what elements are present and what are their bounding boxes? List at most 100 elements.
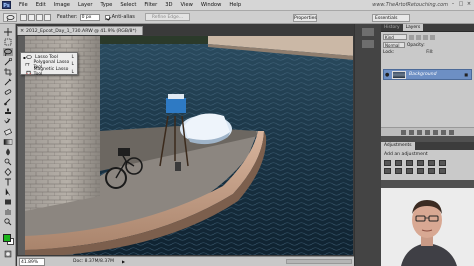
zoom-level-field[interactable]: 41.89%	[19, 257, 45, 266]
tab-history[interactable]: History	[381, 24, 403, 31]
foreground-color-swatch[interactable]	[3, 234, 11, 242]
pen-tool[interactable]	[3, 168, 13, 176]
clone-stamp-tool[interactable]	[3, 108, 13, 116]
curves-icon[interactable]	[406, 160, 413, 166]
brush-tool[interactable]	[3, 98, 13, 106]
gradient-tool[interactable]	[3, 138, 13, 146]
status-menu-arrow-icon[interactable]: ▶	[122, 259, 125, 264]
lasso-icon	[6, 14, 15, 21]
kind-filter-select[interactable]: Kind	[383, 34, 407, 40]
quick-selection-tool[interactable]	[3, 58, 13, 66]
levels-icon[interactable]	[395, 160, 402, 166]
photoshop-logo: Ps	[2, 1, 11, 9]
intersect-selection-button[interactable]	[44, 13, 51, 21]
menu-3d[interactable]: 3D	[161, 0, 176, 11]
menu-help[interactable]: Help	[225, 0, 245, 11]
healing-brush-tool[interactable]	[3, 88, 13, 96]
dodge-tool[interactable]	[3, 158, 13, 166]
status-bar: 41.89% Doc: 8.37M/8.37M ▶	[17, 256, 354, 266]
workspace-select[interactable]: Essentials	[372, 14, 410, 22]
brush-icon	[4, 98, 11, 106]
eraser-tool[interactable]	[3, 128, 13, 136]
layers-panel-tabs: History Layers	[381, 24, 474, 32]
black-white-icon[interactable]	[395, 168, 402, 174]
menu-select[interactable]: Select	[116, 0, 140, 11]
photo-filter-icon[interactable]	[406, 168, 413, 174]
trash-icon[interactable]	[449, 129, 454, 135]
blur-drop-icon	[6, 148, 10, 156]
anti-alias-checkbox[interactable]	[104, 14, 110, 20]
move-tool[interactable]	[3, 28, 13, 36]
blur-tool[interactable]	[3, 148, 13, 156]
hand-tool[interactable]	[3, 208, 13, 216]
history-brush-tool[interactable]	[3, 118, 13, 126]
invert-icon[interactable]	[439, 168, 446, 174]
shape-tool[interactable]	[3, 198, 13, 206]
tab-adjustments[interactable]: Adjustments	[381, 142, 415, 150]
horizontal-scrollbar[interactable]	[284, 257, 354, 266]
path-selection-tool[interactable]	[3, 188, 13, 196]
menu-file[interactable]: File	[15, 0, 32, 11]
lasso-icon	[26, 54, 32, 59]
lasso-tool[interactable]	[3, 48, 13, 56]
collapsed-panel-strip	[354, 24, 381, 266]
menu-filter[interactable]: Filter	[140, 0, 161, 11]
filter-type-icon[interactable]	[423, 34, 428, 40]
refine-edge-button[interactable]: Refine Edge...	[144, 13, 191, 21]
eye-icon[interactable]: ●	[385, 72, 391, 78]
blend-mode-select[interactable]: Normal	[383, 42, 405, 48]
link-layers-icon[interactable]	[401, 129, 406, 135]
eyedropper-tool[interactable]	[3, 78, 13, 86]
new-layer-icon[interactable]	[441, 129, 446, 135]
path-arrow-icon	[5, 188, 11, 196]
marquee-tool[interactable]	[3, 38, 13, 46]
filter-shape-icon[interactable]	[430, 34, 435, 40]
menu-window[interactable]: Window	[197, 0, 225, 11]
move-icon	[4, 28, 12, 36]
channel-mixer-icon[interactable]	[417, 168, 424, 174]
lock-row: Lock: Fill:	[383, 50, 472, 55]
filter-adjustment-icon[interactable]	[416, 34, 421, 40]
add-mask-icon[interactable]	[417, 129, 422, 135]
flyout-item-magnetic-lasso[interactable]: Magnetic Lasso Tool L	[21, 67, 77, 77]
new-adjustment-icon[interactable]	[425, 129, 430, 135]
tab-layers[interactable]: Layers	[402, 24, 424, 31]
hue-saturation-icon[interactable]	[439, 160, 446, 166]
blend-row: Normal Opacity:	[383, 42, 472, 48]
lasso-icon	[4, 48, 12, 56]
feather-input[interactable]: 0 px	[79, 13, 100, 21]
menu-edit[interactable]: Edit	[32, 0, 50, 11]
quick-mask-button[interactable]	[3, 250, 13, 258]
color-lookup-icon[interactable]	[428, 168, 435, 174]
subtract-selection-button[interactable]	[36, 13, 43, 21]
menu-view[interactable]: View	[177, 0, 197, 11]
new-group-icon[interactable]	[433, 129, 438, 135]
close-window-button[interactable]: ×	[466, 1, 472, 8]
panel-strip-icons	[362, 28, 374, 48]
fx-icon[interactable]	[409, 129, 414, 135]
zoom-tool[interactable]	[3, 218, 13, 226]
brightness-icon[interactable]	[384, 160, 391, 166]
presenter-image	[381, 188, 474, 266]
menu-image[interactable]: Image	[50, 0, 74, 11]
tool-preset-picker[interactable]	[3, 12, 17, 22]
crop-tool[interactable]	[3, 68, 13, 76]
type-tool[interactable]	[3, 178, 13, 186]
vibrance-icon[interactable]	[428, 160, 435, 166]
rectangle-shape-icon	[5, 199, 11, 205]
filter-pixel-icon[interactable]	[409, 34, 414, 40]
add-to-selection-button[interactable]	[28, 13, 35, 21]
document-tab[interactable]: × 2012_Epcot_Day_1_730.ARW @ 41.9% (RGB/…	[17, 26, 143, 35]
menu-layer[interactable]: Layer	[74, 0, 96, 11]
quick-mask-icon	[4, 250, 12, 258]
menu-type[interactable]: Type	[96, 0, 116, 11]
shortcut-key: L	[71, 54, 74, 60]
minimize-button[interactable]: –	[450, 1, 456, 8]
exposure-icon[interactable]	[417, 160, 424, 166]
properties-button[interactable]: Properties	[293, 14, 317, 22]
scrollbar-thumb[interactable]	[286, 259, 352, 264]
layer-row-background[interactable]: ● Background ■	[383, 69, 472, 80]
color-balance-icon[interactable]	[384, 168, 391, 174]
new-selection-button[interactable]	[20, 13, 27, 21]
maximize-button[interactable]: □	[458, 1, 464, 8]
